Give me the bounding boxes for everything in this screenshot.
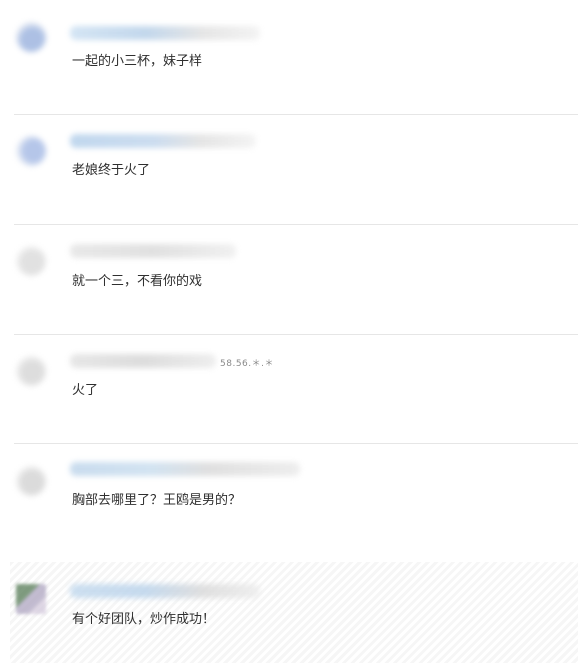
username[interactable] (70, 134, 256, 148)
divider (14, 334, 578, 335)
username[interactable] (70, 462, 300, 476)
username[interactable] (70, 584, 260, 598)
username[interactable] (70, 244, 236, 258)
comment-text: 胸部去哪里了？王鸥是男的？ (72, 493, 242, 508)
divider (14, 114, 578, 115)
comment-text: 就一个三，不看你的戏 (72, 274, 203, 289)
divider (14, 443, 578, 444)
username[interactable] (70, 354, 216, 368)
username[interactable] (70, 26, 260, 40)
comment-text: 火了 (72, 383, 99, 398)
avatar[interactable] (16, 22, 46, 52)
avatar[interactable] (16, 584, 46, 614)
divider (14, 224, 578, 225)
avatar[interactable] (16, 136, 46, 166)
avatar[interactable] (16, 356, 46, 386)
avatar[interactable] (16, 466, 46, 496)
comment-text: 老娘终于火了 (72, 163, 151, 178)
comment-text: 一起的小三杯，妹子样 (72, 54, 203, 69)
ip-address: 58.56.＊.＊ (220, 359, 274, 369)
comment-text: 有个好团队，炒作成功！ (72, 612, 216, 627)
avatar[interactable] (16, 246, 46, 276)
